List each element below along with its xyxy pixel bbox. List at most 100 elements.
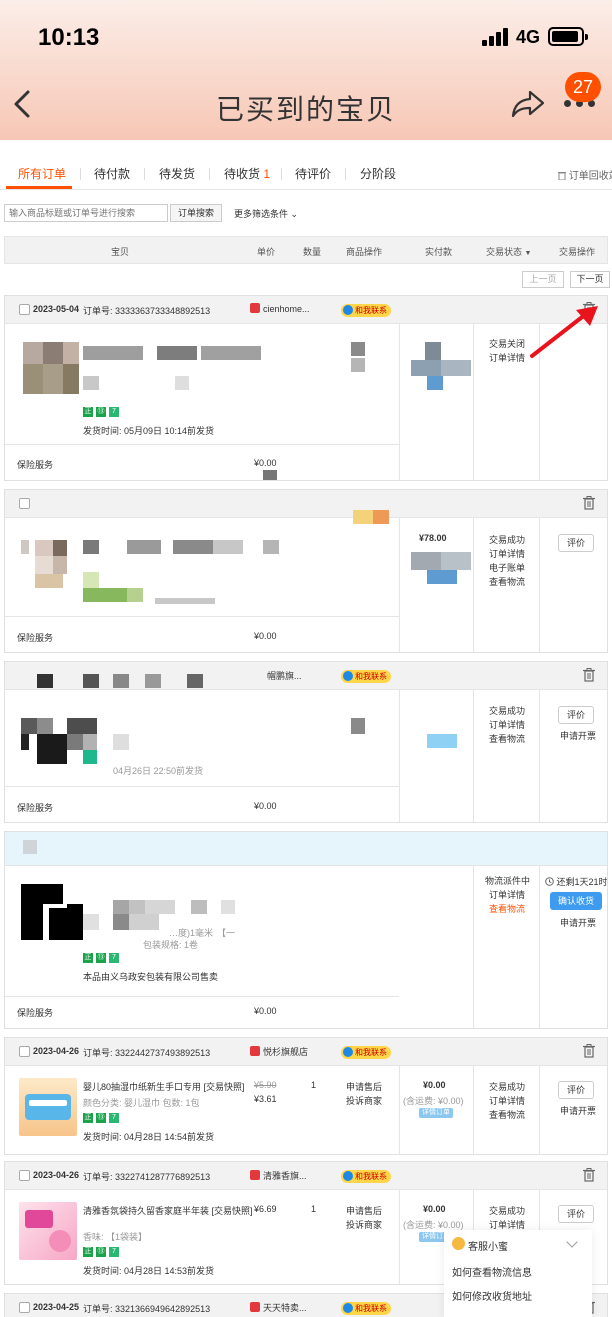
view-logistics-link[interactable]: 查看物流: [489, 575, 525, 588]
order-date: 2023-04-26: [33, 1170, 80, 1180]
confirm-receipt-button[interactable]: 确认收货: [550, 892, 602, 910]
insurance-label: 保险服务: [17, 633, 54, 643]
col-status[interactable]: 交易状态 ▼: [486, 245, 531, 258]
order-header: [5, 832, 607, 866]
share-icon[interactable]: [510, 88, 546, 120]
tab-pending-receipt[interactable]: 待收货 1: [224, 165, 270, 182]
shop-icon: [250, 1046, 260, 1056]
contact-seller-button[interactable]: 和我联系: [341, 1302, 391, 1315]
contact-label: 和我联系: [355, 1048, 387, 1057]
insurance-label: 保险服务: [17, 1008, 54, 1018]
complain-link[interactable]: 投诉商家: [346, 1094, 382, 1107]
order-details-link[interactable]: 订单详情: [489, 718, 525, 731]
shop-link[interactable]: 清雅香旗...: [250, 1169, 307, 1182]
shop-link[interactable]: cienhome...: [250, 303, 310, 314]
trash-icon[interactable]: [583, 1168, 595, 1182]
order-checkbox[interactable]: [19, 304, 30, 315]
shop-link[interactable]: 天天特卖...: [250, 1301, 307, 1314]
order-card: 2023-05-04 订单号: 3333363733348892513 cien…: [4, 295, 608, 481]
app-header: 10:13 4G 已买到的宝贝 27: [0, 0, 612, 140]
more-filters-dropdown[interactable]: 更多筛选条件 ⌄: [234, 207, 298, 220]
order-checkbox[interactable]: [19, 498, 30, 509]
paid-amount: ¥78.00: [419, 533, 447, 543]
complain-link[interactable]: 投诉商家: [346, 1218, 382, 1231]
invoice-link[interactable]: 申请开票: [560, 916, 596, 929]
service-tags: 正⑬7: [83, 1247, 122, 1257]
trash-icon[interactable]: [583, 668, 595, 682]
search-button[interactable]: 订单搜索: [170, 204, 222, 222]
chat-icon: [343, 671, 353, 681]
order-details-link[interactable]: 订单详情: [489, 547, 525, 560]
order-header: 2023-04-26 订单号: 3322741287776892513 清雅香旗…: [5, 1162, 607, 1190]
contact-seller-button[interactable]: 和我联系: [341, 1046, 391, 1059]
quantity: 1: [311, 1204, 317, 1214]
order-tabs: 所有订单 待付款 待发货 待收货 1 待评价 分阶段 订单回收站: [0, 158, 612, 190]
shop-link[interactable]: 悦杉旗舰店: [250, 1045, 308, 1058]
contact-seller-button[interactable]: 和我联系: [341, 670, 391, 683]
view-logistics-link[interactable]: 查看物流: [489, 902, 525, 915]
next-page-button[interactable]: 下一页: [570, 271, 610, 288]
recycle-label: 订单回收站: [568, 171, 612, 182]
product-thumbnail[interactable]: [19, 1078, 77, 1136]
tab-pending-shipment[interactable]: 待发货: [159, 165, 195, 182]
variant-spec-partial: 【一: [217, 928, 236, 938]
order-date: 2023-04-26: [33, 1046, 80, 1056]
shop-name[interactable]: 帽鹏旗...: [267, 669, 302, 682]
cs-question-address[interactable]: 如何修改收货地址: [452, 1288, 532, 1303]
shop-name: 清雅香旗...: [263, 1171, 307, 1181]
order-status: 物流派件中: [485, 876, 531, 886]
col-trade-actions: 交易操作: [559, 247, 596, 257]
order-checkbox[interactable]: [19, 1302, 30, 1313]
countdown-text: 还剩1天21时: [556, 877, 608, 887]
product-thumbnail[interactable]: [19, 1202, 77, 1260]
paid-amount: ¥0.00: [423, 1080, 446, 1090]
search-input[interactable]: [4, 204, 168, 222]
view-logistics-link[interactable]: 查看物流: [489, 732, 525, 745]
customer-service-panel: 客服小蜜 如何查看物流信息 如何修改收货地址: [444, 1230, 592, 1317]
trash-icon[interactable]: [583, 1044, 595, 1058]
order-date: 2023-04-25: [33, 1302, 80, 1312]
order-detail-tag[interactable]: 详情订单: [419, 1108, 453, 1118]
order-status: 交易成功: [489, 1082, 526, 1092]
shop-icon: [250, 1302, 260, 1312]
tab-pending-payment[interactable]: 待付款: [94, 165, 130, 182]
invoice-link[interactable]: 申请开票: [560, 729, 596, 742]
view-logistics-link[interactable]: 查看物流: [489, 1108, 525, 1121]
e-bill-link[interactable]: 电子账单: [489, 561, 525, 574]
product-title[interactable]: 清雅香氛袋持久留香家庭半年装 [交易快照]: [83, 1204, 253, 1217]
product-title[interactable]: 婴儿80抽湿巾纸新生手口专用 [交易快照]: [83, 1080, 245, 1093]
review-button[interactable]: 评价: [558, 1081, 594, 1099]
order-status: 交易成功: [489, 535, 526, 545]
product-spec: 颜色分类: 婴儿湿巾 包数: 1包: [83, 1098, 200, 1108]
network-type: 4G: [516, 27, 541, 47]
status-label: 交易状态: [486, 247, 523, 257]
order-checkbox[interactable]: [19, 1170, 30, 1181]
order-details-link[interactable]: 订单详情: [489, 351, 525, 364]
order-date: 2023-05-04: [33, 304, 80, 314]
order-details-link[interactable]: 订单详情: [489, 888, 525, 901]
invoice-link[interactable]: 申请开票: [560, 1104, 596, 1117]
review-button[interactable]: 评价: [558, 706, 594, 724]
insurance-label: 保险服务: [17, 460, 54, 470]
order-card: ¥78.00 交易成功 订单详情 电子账单 查看物流 评价 保险服务 ¥0.00: [4, 489, 608, 653]
contact-seller-button[interactable]: 和我联系: [341, 1170, 391, 1183]
order-details-link[interactable]: 订单详情: [489, 1094, 525, 1107]
tab-pending-review[interactable]: 待评价: [295, 165, 331, 182]
contact-label: 和我联系: [355, 1304, 387, 1313]
after-sales-link[interactable]: 申请售后: [346, 1204, 382, 1217]
recycle-bin-link[interactable]: 订单回收站: [558, 167, 612, 182]
cs-question-logistics[interactable]: 如何查看物流信息: [452, 1264, 532, 1279]
prev-page-button[interactable]: 上一页: [522, 271, 564, 288]
review-button[interactable]: 评价: [558, 534, 594, 552]
contact-seller-button[interactable]: 和我联系: [341, 304, 391, 317]
order-checkbox[interactable]: [19, 1046, 30, 1057]
review-button[interactable]: 评价: [558, 1205, 594, 1223]
notification-badge: 27: [565, 72, 601, 102]
paid-amount: ¥0.00: [423, 1204, 446, 1214]
chevron-down-icon[interactable]: [566, 1236, 578, 1248]
after-sales-link[interactable]: 申请售后: [346, 1080, 382, 1093]
chat-icon: [343, 1171, 353, 1181]
tab-installment[interactable]: 分阶段: [360, 165, 396, 182]
tab-all-orders[interactable]: 所有订单: [18, 165, 66, 182]
trash-icon[interactable]: [583, 496, 595, 510]
